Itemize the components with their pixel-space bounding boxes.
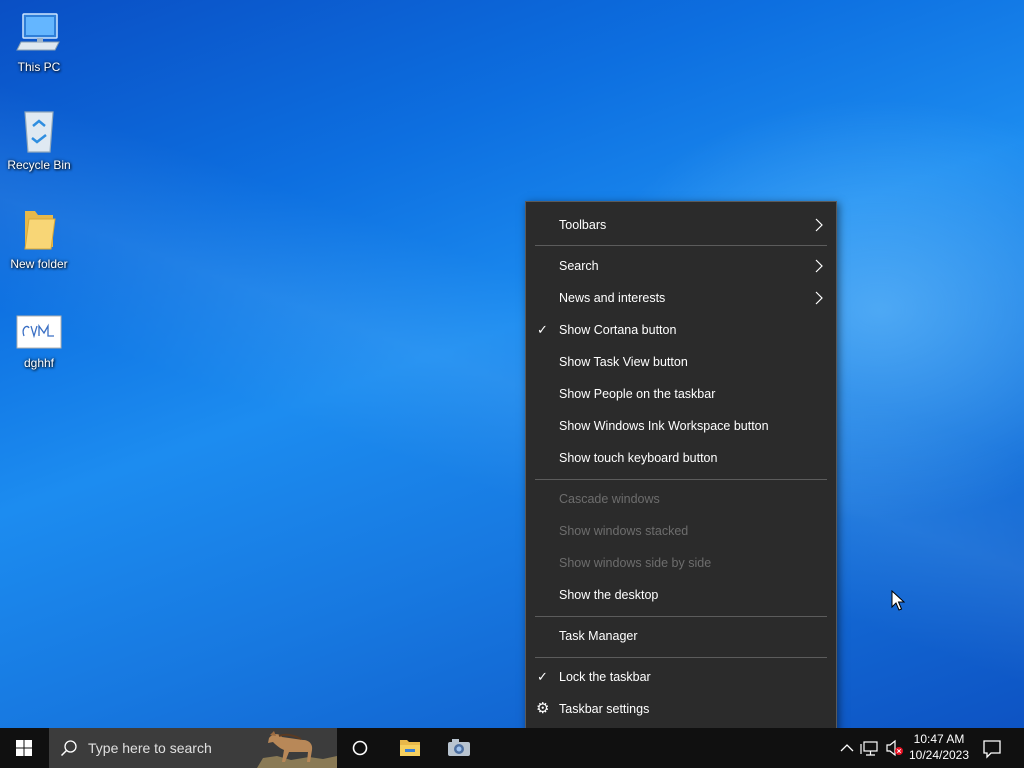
menu-item-show-windows-ink[interactable]: Show Windows Ink Workspace button — [526, 412, 836, 440]
file-explorer-icon — [400, 740, 420, 756]
menu-separator — [535, 616, 827, 617]
show-hidden-icons-button[interactable] — [836, 728, 858, 768]
menu-separator — [535, 479, 827, 480]
chevron-right-icon — [815, 291, 823, 305]
this-pc-icon — [15, 10, 63, 56]
menu-separator — [535, 245, 827, 246]
menu-item-label: Search — [559, 259, 599, 273]
camera-icon — [448, 739, 470, 756]
menu-item-show-cortana-button[interactable]: ✓ Show Cortana button — [526, 316, 836, 344]
wallpaper-light-beam — [0, 0, 1024, 768]
chevron-right-icon — [815, 259, 823, 273]
desktop-icon-label: This PC — [17, 60, 61, 74]
menu-item-label: Toolbars — [559, 218, 607, 232]
network-button[interactable] — [860, 728, 882, 768]
menu-item-label: Taskbar settings — [559, 702, 650, 716]
start-button[interactable] — [0, 728, 48, 768]
show-hidden-icons-icon — [840, 744, 854, 752]
menu-separator — [535, 657, 827, 658]
search-highlight-image — [257, 731, 337, 768]
menu-item-label: Show the desktop — [559, 588, 659, 602]
search-placeholder: Type here to search — [88, 740, 212, 756]
camera-app-button[interactable] — [436, 728, 482, 768]
clock[interactable]: 10:47 AM 10/24/2023 — [904, 731, 974, 763]
taskbar: Type here to search 10:47 AM 10/24/2023 — [0, 728, 1024, 768]
checkmark-icon: ✓ — [537, 669, 548, 684]
volume-button[interactable] — [884, 728, 906, 768]
menu-item-lock-the-taskbar[interactable]: ✓ Lock the taskbar — [526, 663, 836, 691]
desktop-icon-new-folder[interactable]: New folder — [1, 207, 77, 271]
menu-item-label: Show People on the taskbar — [559, 387, 716, 401]
action-center-button[interactable] — [975, 728, 1011, 768]
action-center-icon — [983, 740, 1001, 759]
desktop-icon-label: Recycle Bin — [7, 158, 71, 172]
chevron-right-icon — [815, 218, 823, 232]
search-icon — [60, 740, 77, 757]
menu-item-show-task-view-button[interactable]: Show Task View button — [526, 348, 836, 376]
folder-icon — [15, 207, 63, 253]
windows-logo-icon — [16, 740, 32, 756]
desktop-icon-label: New folder — [10, 257, 68, 271]
cortana-button[interactable] — [337, 728, 383, 768]
menu-item-label: Show windows side by side — [559, 556, 712, 570]
desktop-icon-label: dghhf — [23, 356, 55, 370]
desktop-icon-recycle-bin[interactable]: Recycle Bin — [1, 108, 77, 172]
menu-item-label: Cascade windows — [559, 492, 660, 506]
clock-date: 10/24/2023 — [908, 748, 970, 762]
cortana-icon — [352, 740, 368, 756]
taskbar-context-menu: Toolbars Search News and interests ✓ Sho… — [525, 201, 837, 734]
checkmark-icon: ✓ — [537, 322, 548, 337]
menu-item-label: Task Manager — [559, 629, 638, 643]
desktop-icon-dghhf[interactable]: dghhf — [1, 306, 77, 370]
menu-item-label: Lock the taskbar — [559, 670, 651, 684]
menu-item-label: Show Windows Ink Workspace button — [559, 419, 769, 433]
network-icon — [860, 741, 878, 756]
gear-icon: ⚙ — [536, 700, 550, 717]
menu-item-show-windows-stacked: Show windows stacked — [526, 517, 836, 545]
menu-item-show-touch-keyboard[interactable]: Show touch keyboard button — [526, 444, 836, 472]
menu-item-label: Show touch keyboard button — [559, 451, 718, 465]
menu-item-label: Show windows stacked — [559, 524, 689, 538]
menu-item-label: Show Cortana button — [559, 323, 677, 337]
menu-item-show-the-desktop[interactable]: Show the desktop — [526, 581, 836, 609]
menu-item-search[interactable]: Search — [526, 252, 836, 280]
volume-muted-icon — [886, 739, 903, 757]
mouse-cursor-icon — [891, 590, 905, 611]
menu-item-cascade-windows: Cascade windows — [526, 485, 836, 513]
image-file-icon — [15, 306, 63, 352]
menu-item-task-manager[interactable]: Task Manager — [526, 622, 836, 650]
menu-item-toolbars[interactable]: Toolbars — [526, 211, 836, 239]
menu-item-label: News and interests — [559, 291, 666, 305]
menu-item-news-and-interests[interactable]: News and interests — [526, 284, 836, 312]
desktop-icon-this-pc[interactable]: This PC — [1, 10, 77, 74]
menu-item-label: Show Task View button — [559, 355, 688, 369]
clock-time: 10:47 AM — [913, 732, 965, 746]
menu-item-show-windows-side-by-side: Show windows side by side — [526, 549, 836, 577]
menu-item-show-people[interactable]: Show People on the taskbar — [526, 380, 836, 408]
recycle-bin-icon — [15, 108, 63, 154]
file-explorer-button[interactable] — [387, 728, 433, 768]
search-input[interactable]: Type here to search — [49, 728, 337, 768]
menu-item-taskbar-settings[interactable]: ⚙ Taskbar settings — [526, 695, 836, 723]
